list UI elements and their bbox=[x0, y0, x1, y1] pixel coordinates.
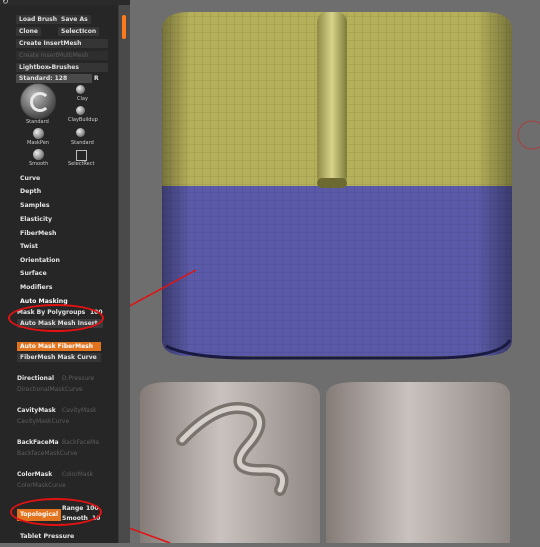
color-mask-curve[interactable]: ColorMaskCurve bbox=[17, 482, 66, 489]
maskpen-brush-icon[interactable] bbox=[33, 128, 44, 139]
menu-curve[interactable]: Curve bbox=[20, 175, 40, 182]
brush-label: Smooth bbox=[29, 161, 49, 167]
lightbox-brushes-button[interactable]: Lightbox▸Brushes bbox=[16, 63, 108, 72]
menu-orientation[interactable]: Orientation bbox=[20, 257, 60, 264]
brush-palette: Load Brush Save As Clone SelectIcon Crea… bbox=[0, 5, 118, 543]
brush-label: ClayBuildup bbox=[68, 117, 98, 123]
viewport-canvas bbox=[99, 12, 540, 544]
scrollbar-thumb[interactable] bbox=[122, 15, 126, 39]
cylinder-mesh[interactable] bbox=[162, 12, 512, 360]
load-brush-button[interactable]: Load Brush bbox=[16, 15, 61, 24]
auto-mask-fibermesh-button[interactable]: Auto Mask FiberMesh bbox=[17, 342, 101, 351]
backface-mask-curve[interactable]: BackfaceMaskCurve bbox=[17, 450, 78, 457]
standard-slider-r[interactable]: R bbox=[94, 75, 99, 82]
color-mask-button[interactable]: ColorMask bbox=[17, 471, 52, 478]
clay-brush-icon[interactable] bbox=[76, 85, 85, 94]
menu-fibermesh[interactable]: FiberMesh bbox=[20, 230, 56, 237]
menu-elasticity[interactable]: Elasticity bbox=[20, 216, 52, 223]
brush-label: Standard bbox=[71, 140, 94, 146]
menu-twist[interactable]: Twist bbox=[20, 243, 38, 250]
standard-brush-icon[interactable] bbox=[76, 128, 85, 137]
clone-button[interactable]: Clone bbox=[16, 27, 41, 36]
directional-mask-curve[interactable]: DirectionalMaskCurve bbox=[17, 386, 83, 393]
menu-surface[interactable]: Surface bbox=[20, 270, 47, 277]
directional-button[interactable]: Directional bbox=[17, 375, 54, 382]
smooth-brush-icon[interactable] bbox=[33, 149, 44, 160]
create-insert-mesh-button[interactable]: Create InsertMesh bbox=[16, 39, 108, 48]
standard-slider[interactable]: Standard: 128 bbox=[16, 74, 92, 83]
select-icon-button[interactable]: SelectIcon bbox=[58, 27, 100, 36]
annotation-highlight bbox=[8, 304, 104, 332]
menu-samples[interactable]: Samples bbox=[20, 202, 50, 209]
create-insert-multimesh-button[interactable]: Create InsertMultiMesh bbox=[16, 51, 108, 60]
menu-depth[interactable]: Depth bbox=[20, 188, 41, 195]
backface-mask-button[interactable]: BackFaceMa bbox=[17, 439, 59, 446]
menu-tablet-pressure[interactable]: Tablet Pressure bbox=[20, 533, 74, 540]
directional-pressure-slider[interactable]: D.Pressure bbox=[62, 375, 94, 382]
annotation-highlight bbox=[10, 498, 102, 526]
current-brush-thumbnail[interactable] bbox=[20, 83, 56, 119]
color-mask-slider[interactable]: ColorMask bbox=[62, 471, 93, 478]
backface-mask-slider[interactable]: BackFaceMa bbox=[62, 439, 99, 446]
lower-meshes[interactable] bbox=[140, 382, 510, 543]
menu-modifiers[interactable]: Modifiers bbox=[20, 284, 52, 291]
brush-label: Clay bbox=[77, 96, 88, 102]
brush-label: SelectRect bbox=[68, 161, 95, 167]
gizmo-ring[interactable] bbox=[517, 120, 540, 150]
brush-label: MaskPen bbox=[27, 140, 49, 146]
document-viewport[interactable] bbox=[99, 0, 540, 544]
panel-scrollbar[interactable] bbox=[118, 5, 130, 543]
cavity-mask-slider[interactable]: CavityMask bbox=[62, 407, 96, 414]
brush-label: Standard bbox=[26, 119, 49, 125]
fibermesh-mask-curve-button[interactable]: FiberMesh Mask Curve bbox=[17, 353, 101, 362]
cavity-mask-curve[interactable]: CavityMaskCurve bbox=[17, 418, 69, 425]
cavity-mask-button[interactable]: CavityMask bbox=[17, 407, 56, 414]
claybuildup-brush-icon[interactable] bbox=[76, 106, 85, 115]
save-as-button[interactable]: Save As bbox=[58, 15, 91, 24]
selectrect-brush-icon[interactable] bbox=[76, 150, 87, 161]
